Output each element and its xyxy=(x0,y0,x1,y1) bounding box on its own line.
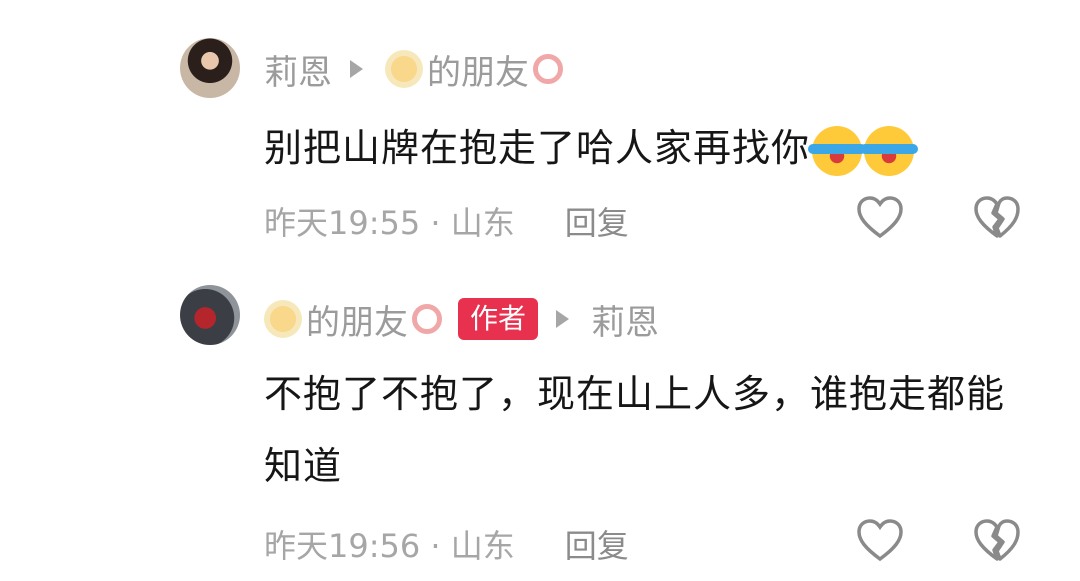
comment-header: 莉恩 的朋友 xyxy=(264,44,563,94)
reply-to-name[interactable]: 的朋友 xyxy=(427,45,529,94)
reply-button[interactable]: 回复 xyxy=(565,198,629,244)
ring-icon xyxy=(533,54,563,84)
avatar[interactable] xyxy=(180,38,240,98)
heart-icon[interactable] xyxy=(855,516,905,566)
reply-arrow-icon xyxy=(556,310,570,328)
reply-arrow-icon xyxy=(350,60,363,78)
laugh-cry-icon xyxy=(860,125,919,176)
comment-author[interactable]: 的朋友 xyxy=(306,295,408,344)
author-badge: 作者 xyxy=(458,298,539,340)
broken-heart-icon[interactable] xyxy=(972,193,1022,243)
comment-time-location: 昨天19:56 · 山东 xyxy=(264,527,515,565)
sun-icon xyxy=(385,50,423,88)
comment-meta: 昨天19:56 · 山东 回复 xyxy=(264,519,629,569)
comment-meta: 昨天19:55 · 山东 回复 xyxy=(264,196,629,246)
sun-icon xyxy=(264,300,302,338)
reply-to-name[interactable]: 莉恩 xyxy=(591,295,659,344)
laugh-cry-icon xyxy=(808,125,867,176)
heart-icon[interactable] xyxy=(855,193,905,243)
comment-author[interactable]: 莉恩 xyxy=(264,45,332,94)
reply-button[interactable]: 回复 xyxy=(565,521,629,567)
comment-time-location: 昨天19:55 · 山东 xyxy=(264,204,515,242)
ring-icon xyxy=(412,304,442,334)
broken-heart-icon[interactable] xyxy=(972,516,1022,566)
comment-header: 的朋友 作者 莉恩 xyxy=(264,294,659,344)
comment-text: 不抱了不抱了，现在山上人多，谁抱走都能知道 xyxy=(264,372,1006,488)
comment-text: 别把山牌在抱走了哈人家再找你 xyxy=(264,112,1034,184)
avatar[interactable] xyxy=(180,285,240,345)
